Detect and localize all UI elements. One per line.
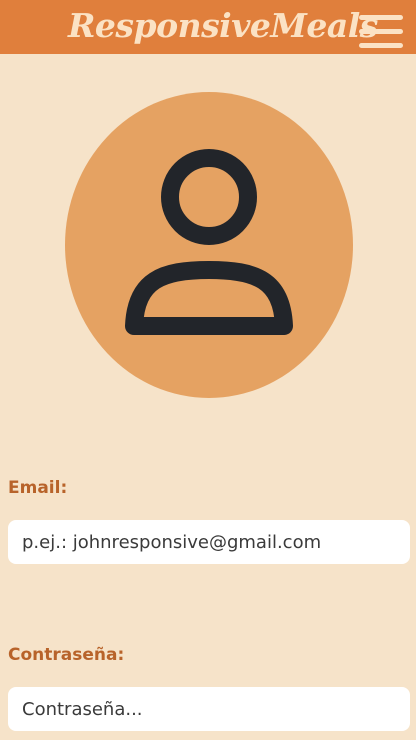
- password-field[interactable]: [8, 687, 410, 731]
- email-label: Email:: [8, 478, 68, 498]
- user-profile-icon: [125, 149, 293, 335]
- menu-bar-bottom: [359, 43, 403, 48]
- menu-bar-middle: [359, 29, 403, 34]
- brand-logo[interactable]: ResponsiveMeals: [68, 4, 378, 48]
- avatar: [65, 92, 353, 398]
- password-label: Contraseña:: [8, 645, 125, 665]
- hamburger-menu-icon[interactable]: [359, 15, 403, 49]
- top-header: ResponsiveMeals: [0, 0, 416, 54]
- email-field[interactable]: [8, 520, 410, 564]
- menu-bar-top: [359, 15, 403, 20]
